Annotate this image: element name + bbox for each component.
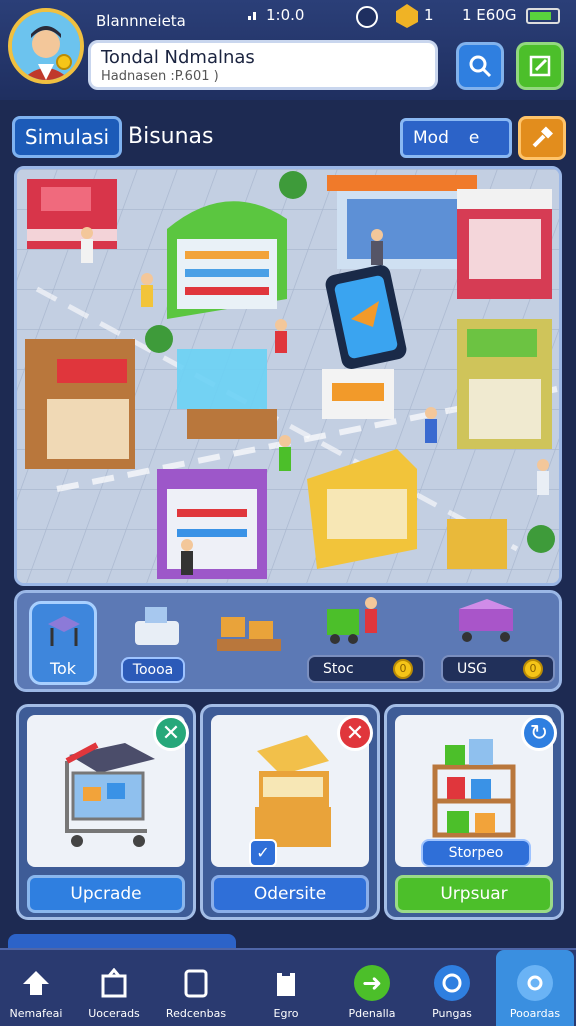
mode-button[interactable]: Mod e [400, 118, 512, 158]
cash-register[interactable] [322, 369, 394, 419]
card-shelf[interactable]: ↻ Storpeo Urpsuar [384, 704, 564, 920]
cart-icon: ➜ [354, 965, 390, 1001]
shop-yellow[interactable] [457, 319, 552, 449]
nav-label: Pungas [432, 1007, 472, 1020]
profile-name-box[interactable]: Tondal Ndmalnas Hadnasen :P.601 ) [88, 40, 438, 90]
mode-label: Mod [413, 128, 449, 148]
nav-label: Nemafeai [9, 1007, 63, 1020]
card-crates[interactable]: ✕ ✓ Odersite [200, 704, 380, 920]
app-name: Blannneieta [96, 12, 186, 30]
storage-tag-label: Storpeo [448, 845, 504, 861]
avatar[interactable] [8, 8, 84, 84]
close-badge-icon[interactable]: ✕ [337, 715, 373, 751]
plant [145, 325, 173, 353]
nav-globe[interactable]: Pungas [416, 950, 488, 1026]
crate-stack[interactable] [447, 519, 507, 569]
game-scene[interactable] [14, 166, 562, 586]
signal-icon [246, 6, 262, 26]
plant [527, 525, 555, 553]
tool-item2-label[interactable]: Toooa [121, 657, 185, 683]
profile-name: Tondal Ndmalnas [101, 47, 255, 68]
shop-blue[interactable] [327, 175, 477, 269]
hammer-icon [532, 126, 554, 148]
bottom-nav: Nemafeai Uocerads Redcenbas Egro ➜ Pdena… [0, 948, 576, 1026]
home-icon [18, 965, 54, 1001]
tablet-icon [178, 965, 214, 1001]
nav-label: Egro [273, 1007, 299, 1020]
tool-tok[interactable]: Tok [29, 601, 97, 685]
stock-pill[interactable]: Stoc 0 [307, 655, 425, 683]
purple-cart-icon[interactable] [453, 595, 519, 647]
gem-count: 1 [424, 6, 434, 24]
item-toolbar: Tok Toooa Stoc 0 USG 0 [14, 590, 562, 692]
nav-label: Pooardas [509, 1007, 561, 1020]
nav-label: Redcenbas [165, 1007, 227, 1020]
cart-worker-icon[interactable] [323, 593, 389, 649]
purchase-button[interactable]: Urpsuar [395, 875, 553, 913]
nav-settings[interactable]: Pooardas [496, 950, 574, 1026]
nav-label: Uocerads [88, 1007, 140, 1020]
nav-tablet[interactable]: Redcenbas [160, 950, 232, 1026]
nav-label: Pdenalla [348, 1007, 396, 1020]
pencil-icon [529, 55, 551, 77]
tool-icon: ✓ [249, 839, 277, 867]
nav-cart[interactable]: ➜ Pdenalla [336, 950, 408, 1026]
clock-text: 1:0.0 [266, 6, 305, 24]
shop-red[interactable] [27, 179, 117, 249]
shop-brown[interactable] [25, 339, 135, 469]
tool-tok-label: Tok [49, 659, 77, 678]
usb-pill[interactable]: USG 0 [441, 655, 555, 683]
battery-icon [526, 8, 560, 24]
scroll-strip[interactable] [8, 934, 236, 948]
profile-subtitle: Hadnasen :P.601 ) [101, 69, 219, 84]
usb-label: USG [457, 661, 487, 677]
globe-icon [434, 965, 470, 1001]
order-button[interactable]: Odersite [211, 875, 369, 913]
shop-purple[interactable] [157, 469, 267, 579]
glass-display[interactable] [177, 349, 277, 439]
coin-icon: 0 [393, 659, 413, 679]
shop-red-awning[interactable] [457, 189, 552, 299]
search-button[interactable] [456, 42, 504, 90]
storage-tag[interactable]: Storpeo [421, 839, 531, 867]
register-icon[interactable] [129, 603, 185, 649]
box-icon [96, 965, 132, 1001]
search-icon [469, 55, 492, 78]
mode-suffix: e [468, 128, 480, 148]
upgrade-button[interactable]: Upcrade [27, 875, 185, 913]
table-icon [48, 616, 80, 646]
nav-clipboard[interactable]: Egro [250, 950, 322, 1026]
tab-simulasi[interactable]: Simulasi [12, 116, 122, 158]
settings-icon [517, 965, 553, 1001]
build-tool-button[interactable] [518, 116, 566, 160]
crates-icon[interactable] [213, 603, 285, 665]
edit-button[interactable] [516, 42, 564, 90]
plant [279, 171, 307, 199]
clipboard-icon [268, 965, 304, 1001]
coin-icon: 0 [523, 659, 543, 679]
nav-box[interactable]: Uocerads [78, 950, 150, 1026]
check-badge-icon[interactable]: ✕ [153, 715, 189, 751]
coin-count: 1 E60G [462, 6, 517, 24]
shield-icon [356, 6, 378, 28]
shop-green[interactable] [167, 201, 287, 319]
stock-label: Stoc [323, 661, 354, 677]
nav-home[interactable]: Nemafeai [0, 950, 72, 1026]
page-title: Bisunas [128, 124, 214, 149]
card-cart[interactable]: ✕ Upcrade [16, 704, 196, 920]
refresh-badge-icon[interactable]: ↻ [521, 715, 557, 751]
